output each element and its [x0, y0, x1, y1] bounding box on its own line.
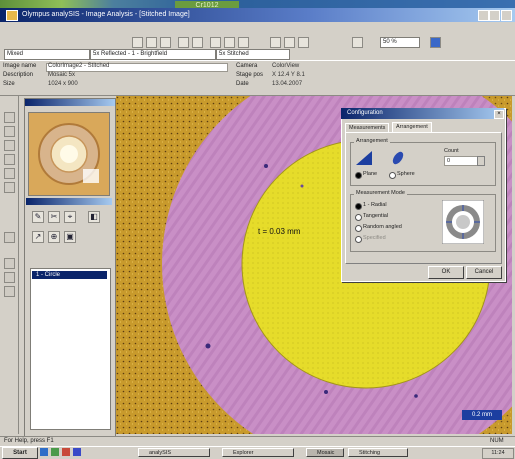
- navigator-thumbnail[interactable]: [28, 112, 110, 196]
- info-label-description: Description: [3, 72, 34, 78]
- arrangement-group-label: Arrangement: [354, 138, 390, 145]
- info-value-stage: X 12.4 Y 8.1: [272, 72, 305, 78]
- left-hand-icon[interactable]: [4, 126, 15, 137]
- radio-mode-tangential[interactable]: [355, 214, 362, 221]
- toolbar-text-icon[interactable]: [298, 37, 309, 48]
- count-label: Count: [444, 148, 459, 154]
- radio-plane[interactable]: [355, 172, 362, 179]
- tab-arrangement[interactable]: Arrangement: [392, 122, 432, 132]
- view-combo[interactable]: 5x Stitched: [216, 49, 290, 60]
- radio-mode-specified[interactable]: [355, 236, 362, 243]
- dialog-ok-button[interactable]: OK: [428, 266, 464, 279]
- left-text-icon[interactable]: [4, 272, 15, 283]
- navigator-panel-title[interactable]: [25, 99, 115, 106]
- tool-add-icon[interactable]: ⊕: [48, 231, 60, 243]
- info-label-date: Date: [236, 81, 249, 87]
- info-label-stage: Stage pos: [236, 72, 264, 78]
- quicklaunch-desktop-icon[interactable]: [51, 448, 59, 456]
- count-input[interactable]: 0: [444, 156, 478, 166]
- dialog-cancel-button[interactable]: Cancel: [466, 266, 502, 279]
- dialog-title[interactable]: Configuration: [341, 108, 504, 119]
- radio-mode-tangential-label: Tangential: [363, 213, 389, 219]
- task-explorer[interactable]: Explorer: [222, 448, 294, 457]
- left-rect-icon[interactable]: [4, 168, 15, 179]
- task-mosaic[interactable]: Mosaic: [306, 448, 344, 457]
- tool-arrow-icon[interactable]: ↗: [32, 231, 44, 243]
- radio-sphere-label: Sphere: [397, 171, 415, 177]
- left-circle-icon[interactable]: [4, 182, 15, 193]
- info-value-size: 1024 x 900: [48, 81, 78, 87]
- maximize-button[interactable]: [489, 10, 500, 21]
- radial-preview-icon: [441, 199, 485, 245]
- objective-combo[interactable]: 5x Reflected - 1 - Brightfield: [90, 49, 216, 60]
- toolbar-help-icon[interactable]: [352, 37, 363, 48]
- tool-pen-icon[interactable]: ✎: [32, 211, 44, 223]
- left-angle-icon[interactable]: [4, 232, 15, 243]
- thumbnail-preview: [29, 113, 109, 195]
- radio-mode-random-label: Random angled: [363, 224, 402, 230]
- scale-bar: 0.2 mm: [462, 410, 502, 420]
- quicklaunch-media-icon[interactable]: [62, 448, 70, 456]
- sphere-preview-icon: [390, 150, 406, 166]
- radio-mode-specified-label: Specified: [363, 235, 386, 241]
- info-label-size: Size: [3, 81, 15, 87]
- toolbar-camera-icon[interactable]: [210, 37, 221, 48]
- info-label-camera: Camera: [236, 63, 258, 69]
- taskbar-clock: 11:24: [482, 448, 514, 459]
- toolbar-zoom-icon[interactable]: [238, 37, 249, 48]
- tool-target-icon[interactable]: ⌖: [64, 211, 76, 223]
- info-value-name: ColorImage2 - Stitched: [48, 63, 110, 69]
- quicklaunch-mail-icon[interactable]: [73, 448, 81, 456]
- app-icon[interactable]: [6, 10, 18, 21]
- radio-mode-radial[interactable]: [355, 203, 362, 210]
- count-spinner[interactable]: [477, 156, 485, 166]
- minimize-button[interactable]: [478, 10, 489, 21]
- radio-mode-random[interactable]: [355, 225, 362, 232]
- task-stitching[interactable]: Stitching: [348, 448, 408, 457]
- task-analysis[interactable]: analySIS: [138, 448, 210, 457]
- info-value-date: 13.04.2007: [272, 81, 303, 87]
- left-zoom-icon[interactable]: [4, 140, 15, 151]
- radio-mode-radial-label: 1 - Radial: [363, 202, 387, 208]
- close-button[interactable]: [501, 10, 512, 21]
- dialog-close-icon[interactable]: ×: [494, 110, 504, 119]
- window-title: Olympus analySIS - Image Analysis - [Sti…: [22, 11, 190, 18]
- left-arrow-icon[interactable]: [4, 258, 15, 269]
- left-pointer-icon[interactable]: [4, 112, 15, 123]
- mode-combo[interactable]: Mixed: [4, 49, 90, 60]
- start-button[interactable]: Start: [2, 447, 38, 459]
- radio-plane-label: Plane: [363, 171, 378, 177]
- toolbar-open-icon[interactable]: [132, 37, 143, 48]
- toolbar-redo-icon[interactable]: [192, 37, 203, 48]
- object-tree-item[interactable]: 1 - Circle: [32, 271, 107, 279]
- toolbar-layer-icon[interactable]: [284, 37, 295, 48]
- left-line-icon[interactable]: [4, 154, 15, 165]
- tool-cut-icon[interactable]: ✂: [48, 211, 60, 223]
- radio-sphere[interactable]: [389, 172, 396, 179]
- quicklaunch-ie-icon[interactable]: [40, 448, 48, 456]
- toolbar-undo-icon[interactable]: [178, 37, 189, 48]
- status-num: NUM: [490, 438, 504, 444]
- toolbar-grid-icon[interactable]: [270, 37, 281, 48]
- left-measure-icon[interactable]: [4, 286, 15, 297]
- tool-fill-icon[interactable]: ◧: [88, 211, 100, 223]
- tool-frame-icon[interactable]: ▣: [64, 231, 76, 243]
- toolbar-print-icon[interactable]: [160, 37, 171, 48]
- tools-panel-title[interactable]: [26, 198, 112, 205]
- info-label-name: Image name: [3, 63, 37, 69]
- measurement-mode-group-label: Measurement Mode: [354, 190, 407, 197]
- object-tree[interactable]: [30, 268, 111, 430]
- toolbar-save-icon[interactable]: [146, 37, 157, 48]
- status-text: For Help, press F1: [4, 438, 54, 444]
- toolbar-measure-icon[interactable]: [224, 37, 235, 48]
- zoom-combo[interactable]: 50 %: [380, 37, 420, 48]
- info-value-camera: ColorView: [272, 63, 300, 69]
- info-value-description: Mosaic 5x: [48, 72, 76, 78]
- thickness-measurement-label: t = 0.03 mm: [258, 227, 301, 236]
- toolbar-live-icon[interactable]: [430, 37, 441, 48]
- menu-bar[interactable]: [0, 22, 515, 34]
